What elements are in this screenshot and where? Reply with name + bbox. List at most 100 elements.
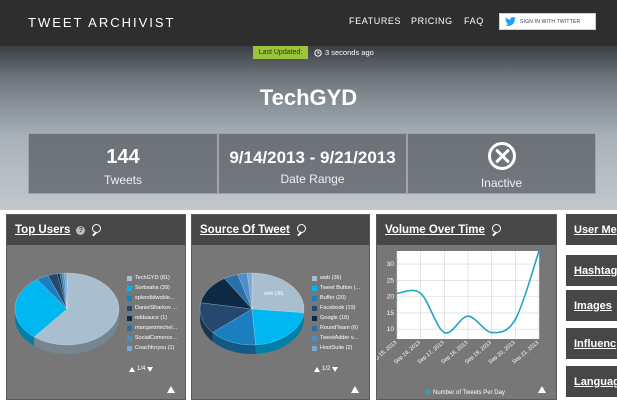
expand-up-icon[interactable] — [351, 386, 359, 393]
search-icon[interactable] — [491, 224, 503, 236]
legend-item[interactable]: Google (18) — [312, 313, 360, 323]
status-label: Inactive — [480, 176, 523, 190]
legend-label: TechGYD (81) — [135, 275, 170, 281]
legend-swatch — [127, 325, 132, 331]
nav-pricing[interactable]: PRICING — [411, 16, 453, 26]
data-point[interactable] — [514, 318, 517, 321]
source-title[interactable]: Source Of Tweet — [200, 224, 290, 236]
stat-tweets: 144 Tweets — [28, 133, 218, 194]
legend-label: Number of Tweets Per Day — [433, 390, 505, 396]
pager-prev-icon[interactable] — [314, 366, 320, 372]
data-point[interactable] — [396, 292, 398, 295]
y-tick-label: 10 — [387, 326, 395, 333]
legend-item[interactable]: HootSuite (2) — [312, 343, 360, 353]
side-menu-influencers[interactable]: Influenc — [566, 328, 617, 359]
y-tick-label: 25 — [387, 277, 395, 284]
legend-item[interactable]: DanielSharkov ... — [127, 303, 177, 313]
legend-label: Tweet Button (... — [320, 285, 361, 291]
legend-swatch — [312, 335, 317, 341]
legend-item[interactable]: RoundTeam (6) — [312, 323, 360, 333]
pager-prev-icon[interactable] — [129, 366, 135, 372]
close-circle-icon[interactable] — [487, 142, 516, 170]
legend-item[interactable]: Sorbsaha (39) — [127, 283, 177, 293]
top-users-pager: 1/4 — [129, 366, 154, 372]
nav-faq[interactable]: FAQ — [464, 16, 484, 26]
legend-label: Coachforyou (1) — [135, 345, 175, 351]
y-tick-label: 30 — [387, 261, 395, 268]
legend-label: HootSuite (2) — [320, 345, 353, 351]
legend-swatch — [312, 305, 317, 311]
pager-label: 1/4 — [137, 366, 146, 372]
expand-up-icon[interactable] — [538, 386, 546, 393]
archive-title: TechGYD — [259, 85, 358, 110]
legend-label: Google (18) — [320, 315, 350, 321]
twitter-bird-icon — [505, 17, 516, 26]
legend-swatch — [312, 295, 317, 301]
data-point[interactable] — [419, 292, 422, 295]
legend-item[interactable]: web (36) — [312, 273, 360, 283]
legend-label: web (36) — [320, 275, 342, 281]
legend-item[interactable]: SocialComerce... — [127, 333, 177, 343]
legend-swatch — [127, 305, 132, 311]
legend-item[interactable]: marcpetrmichel... — [127, 323, 177, 333]
data-point[interactable] — [538, 250, 540, 252]
source-pager: 1/2 — [314, 366, 339, 372]
tweets-label: Tweets — [103, 173, 142, 187]
data-point[interactable] — [467, 315, 469, 317]
pie-slice-label: web (36) — [264, 291, 284, 297]
side-menu-label: Language — [574, 375, 617, 388]
volume-title[interactable]: Volume Over Time — [385, 224, 485, 236]
legend-item[interactable]: TweetAdder v... — [312, 333, 360, 343]
side-menu-languages[interactable]: Language — [566, 366, 617, 397]
legend-item[interactable]: Coachforyou (1) — [127, 343, 177, 353]
legend-label: Buffer (20) — [320, 295, 346, 301]
search-icon[interactable] — [91, 224, 103, 236]
legend-label: Facebook (19) — [320, 305, 356, 311]
legend-label: Sorbsaha (39) — [135, 285, 170, 291]
legend-item[interactable]: splendidwoble... — [127, 293, 177, 303]
expand-up-icon[interactable] — [167, 386, 175, 393]
signin-label: SIGN IN WITH TWITTER — [520, 18, 581, 25]
side-menu-user-mentions[interactable]: User Me — [566, 214, 617, 245]
legend-swatch — [425, 389, 430, 394]
legend-item[interactable]: Tweet Button (... — [312, 283, 360, 293]
data-point[interactable] — [443, 331, 446, 334]
stat-status: Inactive — [407, 133, 596, 194]
side-menu-hashtags[interactable]: Hashtag — [566, 255, 617, 286]
top-users-header: Top Users ? — [7, 215, 185, 245]
last-updated-badge: Last Updated: — [253, 46, 308, 59]
pie-slice[interactable] — [251, 308, 304, 346]
legend-label: marcpetrmichel... — [135, 325, 178, 331]
legend-swatch — [127, 315, 132, 321]
legend-label: TweetAdder v... — [320, 335, 358, 341]
pager-next-icon[interactable] — [332, 366, 339, 372]
legend-swatch — [312, 275, 317, 281]
y-tick-label: 20 — [387, 294, 395, 301]
pager-label: 1/2 — [322, 366, 331, 372]
logo[interactable]: TWEET ARCHIVIST — [28, 15, 176, 30]
search-icon[interactable] — [296, 224, 308, 236]
tweets-count: 144 — [106, 146, 140, 168]
date-range-label: Date Range — [280, 172, 345, 186]
legend-label: DanielSharkov ... — [135, 305, 177, 311]
signin-twitter-button[interactable]: SIGN IN WITH TWITTER — [499, 13, 596, 30]
legend-swatch — [312, 345, 317, 351]
side-menu-images[interactable]: Images — [566, 290, 617, 321]
nav-features[interactable]: FEATURES — [349, 16, 401, 26]
volume-line-chart: 1015202530Sep 15, 2013Sep 16, 2013Sep 17… — [377, 250, 540, 396]
legend-swatch — [127, 345, 132, 351]
legend-item[interactable]: oddsauce (1) — [127, 313, 177, 323]
data-point[interactable] — [490, 331, 493, 334]
top-nav: TWEET ARCHIVIST FEATURES PRICING FAQ SIG… — [0, 0, 617, 46]
legend-item[interactable]: Facebook (19) — [312, 303, 360, 313]
legend-item[interactable]: TechGYD (81) — [127, 273, 177, 283]
y-tick-label: 15 — [387, 310, 395, 317]
legend-item[interactable]: Buffer (20) — [312, 293, 360, 303]
legend-label: RoundTeam (6) — [320, 325, 358, 331]
top-users-title[interactable]: Top Users — [15, 224, 70, 236]
volume-header: Volume Over Time — [377, 215, 556, 245]
pager-next-icon[interactable] — [147, 366, 154, 372]
stat-date-range: 9/14/2013 - 9/21/2013 Date Range — [218, 133, 407, 194]
legend-label: oddsauce (1) — [135, 315, 168, 321]
help-icon[interactable]: ? — [76, 225, 86, 235]
